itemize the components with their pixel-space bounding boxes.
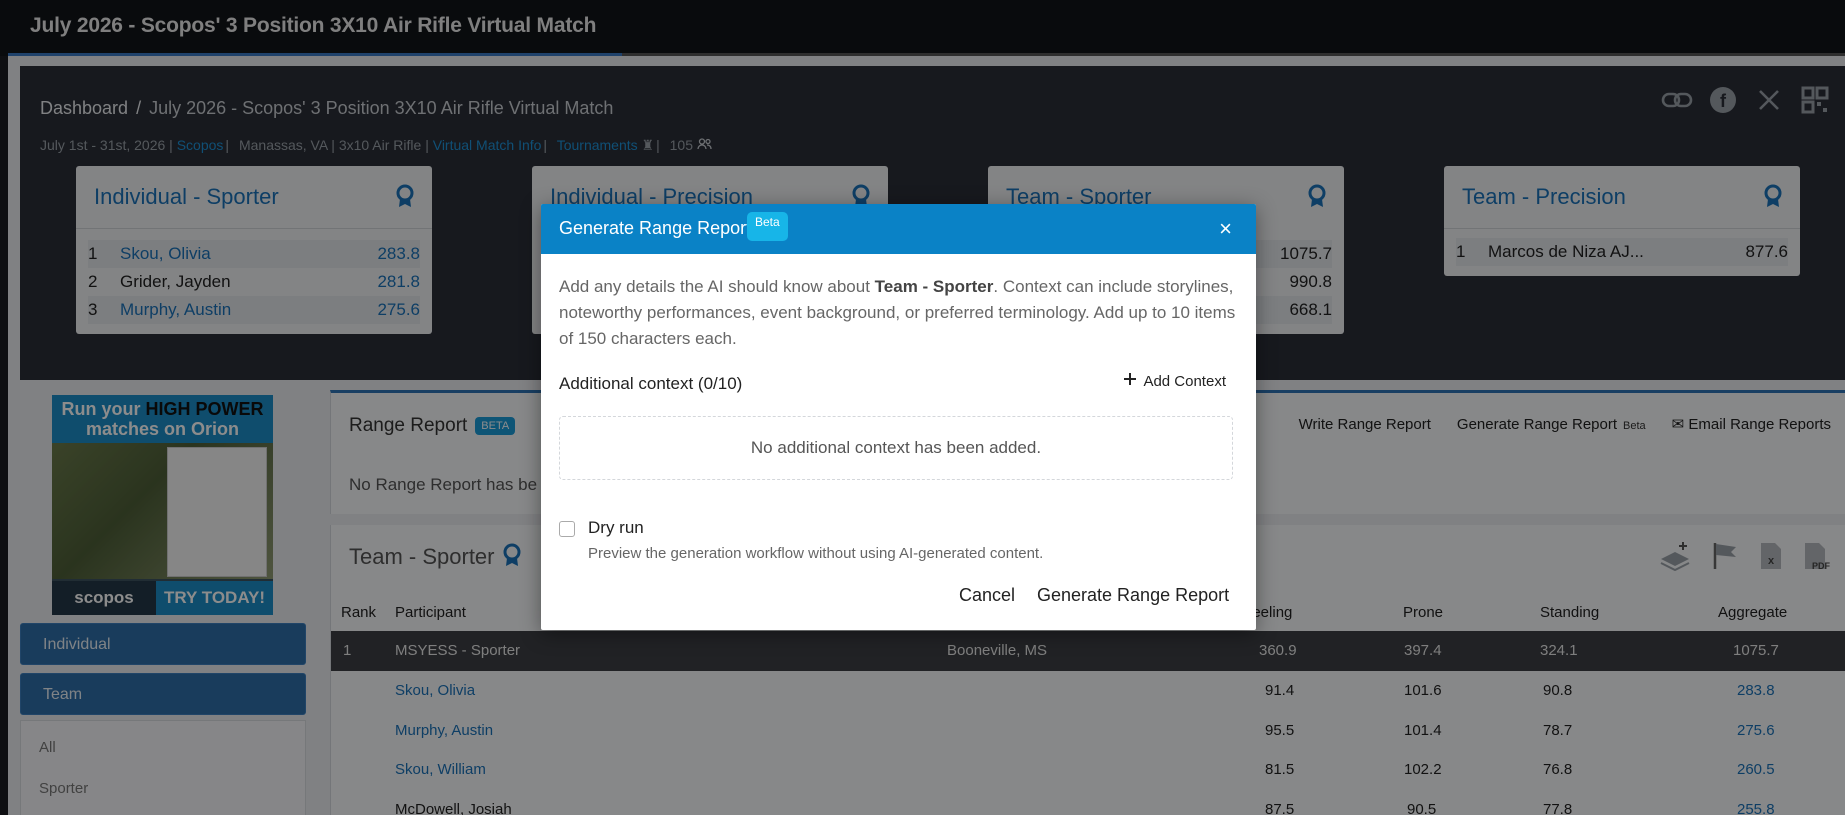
context-empty-state: No additional context has been added. xyxy=(559,416,1233,480)
dry-run-checkbox[interactable] xyxy=(559,521,575,537)
additional-context-label: Additional context (0/10) xyxy=(559,374,743,393)
plus-icon xyxy=(1123,372,1137,390)
dry-run-label[interactable]: Dry run xyxy=(588,518,644,538)
cancel-button[interactable]: Cancel xyxy=(959,585,1015,606)
modal-beta-badge: Beta xyxy=(747,212,788,241)
add-context-button[interactable]: Add Context xyxy=(1123,372,1226,390)
modal-description: Add any details the AI should know about… xyxy=(559,277,1236,348)
close-icon[interactable]: × xyxy=(1219,216,1232,242)
generate-range-report-submit-button[interactable]: Generate Range Report xyxy=(1037,585,1229,606)
modal-header: Generate Range Report Beta × xyxy=(541,204,1256,254)
modal-title: Generate Range Report xyxy=(559,218,752,238)
dry-run-help-text: Preview the generation workflow without … xyxy=(588,545,1044,562)
generate-range-report-modal: Generate Range Report Beta × Add any det… xyxy=(541,204,1256,630)
